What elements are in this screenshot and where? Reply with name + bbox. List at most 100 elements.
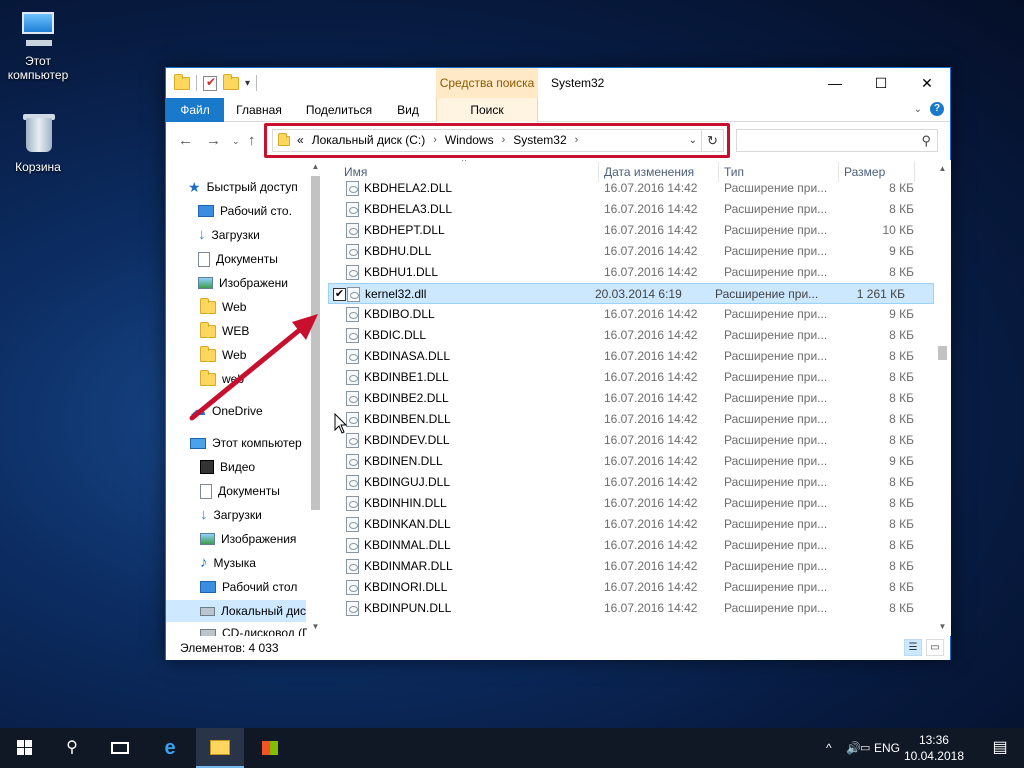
expand-ribbon-icon[interactable]: ⌄ [914, 104, 922, 115]
nav-downloads[interactable]: ↓ Загрузки [200, 504, 262, 526]
clock[interactable]: 13:36 10.04.2018 [904, 732, 964, 764]
maximize-button[interactable]: ☐ [858, 68, 904, 98]
row-checkbox[interactable]: ✔ [333, 288, 346, 301]
tab-view[interactable]: Вид [388, 98, 428, 122]
file-row-selected[interactable]: ✔ kernel32.dll 20.03.2014 6:19 Расширение п… [328, 283, 934, 304]
desktop-icon-label: компьютер [7, 68, 69, 82]
new-folder-icon[interactable] [223, 73, 239, 90]
table-row[interactable]: KBDHELA2.DLL 16.07.2016 14:42 Расширение п… [328, 178, 934, 199]
scroll-down-icon[interactable]: ▼ [934, 622, 951, 631]
tab-search[interactable]: Поиск [436, 98, 538, 122]
forward-button[interactable]: → [206, 132, 221, 149]
table-row[interactable]: KBDINBEN.DLL 16.07.2016 14:42 Расширение п… [328, 409, 934, 430]
table-row[interactable]: KBDHU1.DLL 16.07.2016 14:42 Расширение при… [328, 262, 934, 283]
nav-downloads-pinned[interactable]: ↓Загрузки📌 [198, 224, 324, 246]
nav-onedrive[interactable]: ☁ OneDrive [190, 400, 263, 422]
store-button[interactable] [246, 728, 294, 768]
table-row[interactable]: KBDINHIN.DLL 16.07.2016 14:42 Расширение п… [328, 493, 934, 514]
nav-local-disk[interactable]: Локальный дис [166, 600, 306, 622]
table-row[interactable]: KBDINORI.DLL 16.07.2016 14:42 Расширение п… [328, 577, 934, 598]
table-row[interactable]: KBDHU.DLL 16.07.2016 14:42 Расширение при.… [328, 241, 934, 262]
nav-documents[interactable]: Документы [200, 480, 280, 502]
table-row[interactable]: KBDINMAR.DLL 16.07.2016 14:42 Расширение п… [328, 556, 934, 577]
table-row[interactable]: KBDINBE1.DLL 16.07.2016 14:42 Расширение п… [328, 367, 934, 388]
minimize-button[interactable]: — [812, 68, 858, 98]
nav-folder-web-2[interactable]: WEB [200, 320, 249, 342]
search-button[interactable]: ⚲ [48, 728, 96, 768]
table-row[interactable]: KBDIC.DLL 16.07.2016 14:42 Расширение при.… [328, 325, 934, 346]
tab-file[interactable]: Файл [166, 98, 224, 122]
desktop-icon-recycle-bin[interactable]: Корзина [0, 112, 76, 174]
address-bar[interactable]: « Локальный диск (C:) › Windows › System… [272, 129, 724, 152]
large-icons-view-button[interactable]: ▭ [926, 639, 944, 656]
breadcrumb-system32[interactable]: System32 [513, 130, 566, 151]
nav-desktop-pinned[interactable]: Рабочий сто.📌 [198, 200, 324, 222]
dll-file-icon [346, 328, 359, 343]
separator [256, 75, 258, 91]
dll-file-icon [346, 433, 359, 448]
nav-folder-web-1[interactable]: Web [200, 296, 246, 318]
nav-folder-web-4[interactable]: web [200, 368, 244, 390]
nav-pane-scrollbar[interactable]: ▲ ▼ [307, 160, 324, 636]
table-row[interactable]: KBDINBE2.DLL 16.07.2016 14:42 Расширение п… [328, 388, 934, 409]
nav-pictures[interactable]: Изображения [200, 528, 296, 550]
nav-this-pc[interactable]: Этот компьютер [190, 432, 302, 454]
nav-videos[interactable]: Видео [200, 456, 255, 478]
nav-music[interactable]: ♪ Музыка [200, 552, 256, 574]
properties-icon[interactable] [203, 75, 217, 91]
language-indicator[interactable]: ENG [874, 728, 900, 768]
details-view-button[interactable]: ☰ [904, 639, 922, 656]
tab-share[interactable]: Поделиться [300, 98, 378, 122]
scroll-up-icon[interactable]: ▲ [934, 164, 951, 173]
scroll-thumb[interactable] [311, 176, 320, 510]
table-row[interactable]: KBDINMAL.DLL 16.07.2016 14:42 Расширение п… [328, 535, 934, 556]
scroll-up-icon[interactable]: ▲ [307, 162, 324, 171]
close-button[interactable]: ✕ [904, 68, 950, 98]
chevron-down-icon[interactable]: ⌄ [689, 130, 697, 151]
table-row[interactable]: KBDINPUN.DLL 16.07.2016 14:42 Расширение п… [328, 598, 934, 619]
tab-home[interactable]: Главная [224, 98, 294, 122]
task-view-button[interactable] [96, 728, 144, 768]
file-name: KBDHU1.DLL [364, 265, 439, 279]
file-explorer-button[interactable] [196, 728, 244, 768]
refresh-button[interactable]: ↻ [701, 130, 723, 151]
table-row[interactable]: KBDINGUJ.DLL 16.07.2016 14:42 Расширение п… [328, 472, 934, 493]
recent-locations-button[interactable]: ⌄ [232, 136, 240, 147]
chevron-down-icon[interactable]: ▾ [245, 78, 250, 89]
breadcrumb-local-disk[interactable]: Локальный диск (C:) [312, 130, 426, 151]
breadcrumb-windows[interactable]: Windows [445, 130, 494, 151]
start-button[interactable] [0, 728, 48, 768]
nav-cd-drive[interactable]: CD-дисковод (D [200, 622, 311, 636]
action-center-button[interactable]: ▤ [976, 728, 1024, 768]
chevron-right-icon[interactable]: › [575, 130, 579, 151]
help-icon[interactable]: ? [930, 102, 944, 116]
table-row[interactable]: KBDINKAN.DLL 16.07.2016 14:42 Расширение п… [328, 514, 934, 535]
nav-pictures-pinned[interactable]: Изображени📌 [198, 272, 324, 294]
show-hidden-icons-button[interactable]: ^ [826, 728, 832, 768]
volume-icon[interactable]: 🔊 [846, 728, 861, 768]
nav-desktop[interactable]: Рабочий стол [200, 576, 297, 598]
network-icon[interactable]: ▭ [860, 728, 870, 768]
desktop-icon-this-pc[interactable]: Этот компьютер [0, 10, 76, 82]
up-button[interactable]: ↑ [248, 132, 256, 149]
table-row[interactable]: KBDHEPT.DLL 16.07.2016 14:42 Расширение пр… [328, 220, 934, 241]
scroll-thumb[interactable] [938, 346, 947, 360]
table-row[interactable]: KBDINDEV.DLL 16.07.2016 14:42 Расширение п… [328, 430, 934, 451]
file-size: 10 КБ [882, 223, 914, 237]
scroll-down-icon[interactable]: ▼ [307, 622, 324, 631]
nav-documents-pinned[interactable]: Документы📌 [198, 248, 324, 270]
table-row[interactable]: KBDIBO.DLL 16.07.2016 14:42 Расширение при… [328, 304, 934, 325]
chevron-right-icon[interactable]: › [502, 130, 506, 151]
back-button[interactable]: ← [178, 132, 193, 149]
table-row[interactable]: KBDINASA.DLL 16.07.2016 14:42 Расширение п… [328, 346, 934, 367]
nav-quick-access[interactable]: ★ Быстрый доступ [188, 176, 298, 198]
edge-button[interactable]: e [146, 728, 194, 768]
nav-label: Рабочий сто. [220, 204, 292, 218]
table-row[interactable]: KBDINEN.DLL 16.07.2016 14:42 Расширение пр… [328, 451, 934, 472]
breadcrumb-overflow[interactable]: « [297, 130, 304, 151]
search-input[interactable]: ⚲ [736, 129, 938, 152]
nav-folder-web-3[interactable]: Web [200, 344, 246, 366]
file-list-scrollbar[interactable]: ▲ ▼ [934, 160, 951, 636]
table-row[interactable]: KBDHELA3.DLL 16.07.2016 14:42 Расширение п… [328, 199, 934, 220]
chevron-right-icon[interactable]: › [433, 130, 437, 151]
